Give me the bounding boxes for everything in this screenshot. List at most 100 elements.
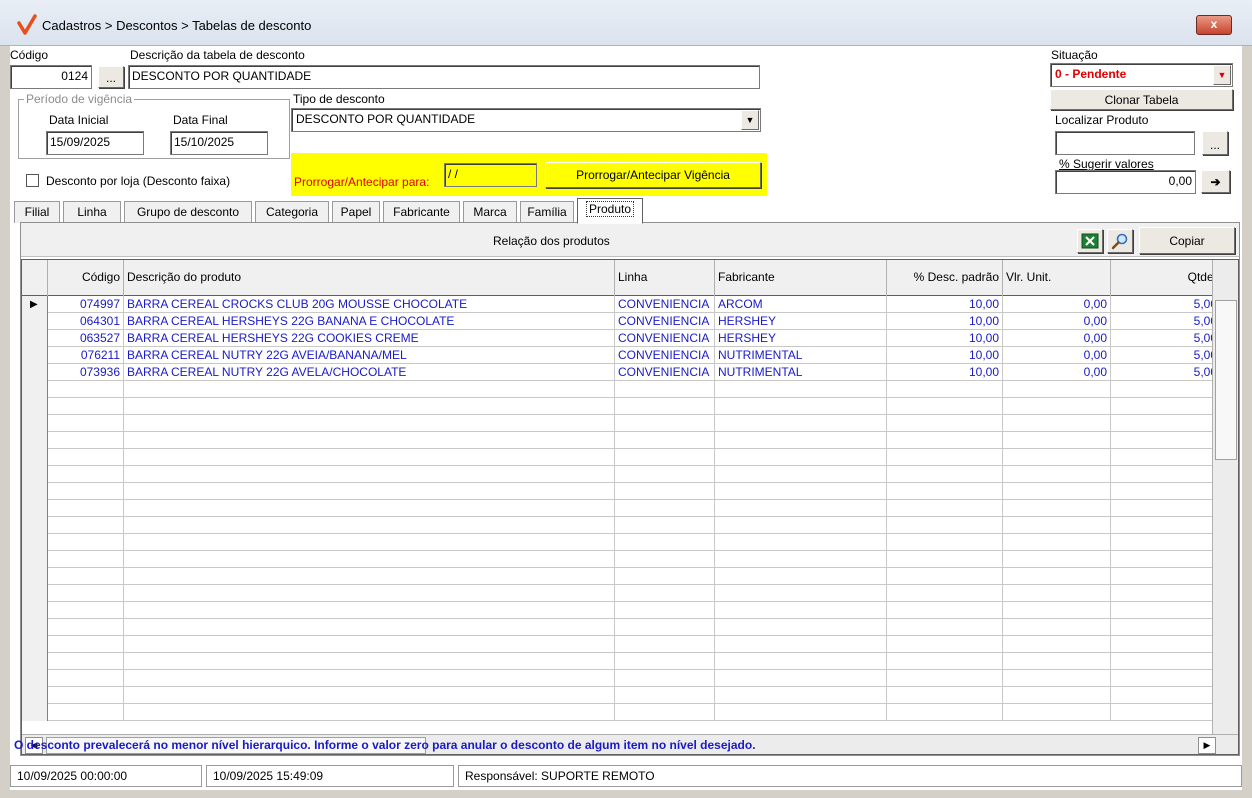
copiar-button[interactable]: Copiar — [1139, 227, 1235, 254]
row-selector[interactable] — [22, 670, 48, 687]
row-selector[interactable] — [22, 619, 48, 636]
tab-produto[interactable]: Produto — [577, 198, 643, 224]
cell-vlr: 0,00 — [1003, 364, 1111, 381]
cell-vlr — [1003, 687, 1111, 704]
col-descricao[interactable]: Descrição do produto — [124, 260, 615, 296]
table-row[interactable]: 064301 BARRA CEREAL HERSHEYS 22G BANANA E… — [22, 313, 1221, 330]
empty-table-row[interactable] — [22, 432, 1221, 449]
table-row[interactable]: ▶ 074997 BARRA CEREAL CROCKS CLUB 20G MOUS… — [22, 296, 1221, 313]
tab-marca[interactable]: Marca — [463, 201, 517, 223]
close-button[interactable]: x — [1196, 15, 1232, 35]
row-selector[interactable] — [22, 466, 48, 483]
empty-table-row[interactable] — [22, 483, 1221, 500]
row-selector[interactable] — [22, 585, 48, 602]
tab-categoria[interactable]: Categoria — [255, 201, 329, 223]
cell-fabricante — [715, 653, 887, 670]
empty-table-row[interactable] — [22, 449, 1221, 466]
codigo-input[interactable]: 0124 — [10, 65, 92, 89]
empty-table-row[interactable] — [22, 704, 1221, 721]
tab-papel[interactable]: Papel — [332, 201, 380, 223]
tipo-desconto-select[interactable]: DESCONTO POR QUANTIDADE ▼ — [291, 108, 761, 132]
localizar-produto-input[interactable] — [1055, 131, 1195, 155]
descricao-input[interactable]: DESCONTO POR QUANTIDADE — [128, 65, 760, 89]
row-selector[interactable] — [22, 636, 48, 653]
vertical-scroll-thumb[interactable] — [1215, 300, 1237, 460]
col-codigo[interactable]: Código — [48, 260, 124, 296]
table-row[interactable]: 063527 BARRA CEREAL HERSHEYS 22G COOKIES … — [22, 330, 1221, 347]
situacao-select[interactable]: 0 - Pendente ▼ — [1050, 63, 1233, 87]
empty-table-row[interactable] — [22, 670, 1221, 687]
row-selector[interactable] — [22, 687, 48, 704]
cell-qtde: 5,00 — [1111, 330, 1221, 347]
col-fabricante[interactable]: Fabricante — [715, 260, 887, 296]
empty-table-row[interactable] — [22, 381, 1221, 398]
codigo-lookup-button[interactable]: ... — [98, 66, 124, 88]
row-selector[interactable] — [22, 330, 48, 347]
localizar-lookup-button[interactable]: ... — [1202, 131, 1228, 155]
empty-table-row[interactable] — [22, 551, 1221, 568]
row-selector[interactable] — [22, 432, 48, 449]
row-selector[interactable] — [22, 517, 48, 534]
row-selector[interactable] — [22, 551, 48, 568]
cell-vlr — [1003, 568, 1111, 585]
row-selector[interactable] — [22, 602, 48, 619]
row-selector[interactable] — [22, 415, 48, 432]
col-linha[interactable]: Linha — [615, 260, 715, 296]
chevron-down-icon[interactable]: ▼ — [1213, 65, 1231, 85]
row-selector[interactable] — [22, 534, 48, 551]
sugerir-valores-input[interactable]: 0,00 — [1055, 170, 1196, 194]
prorrogar-date-input[interactable]: / / — [444, 163, 537, 187]
empty-table-row[interactable] — [22, 466, 1221, 483]
cell-fabricante — [715, 534, 887, 551]
table-row[interactable]: 073936 BARRA CEREAL NUTRY 22G AVELA/CHOCO… — [22, 364, 1221, 381]
empty-table-row[interactable] — [22, 398, 1221, 415]
empty-table-row[interactable] — [22, 636, 1221, 653]
row-selector[interactable] — [22, 704, 48, 721]
row-selector[interactable] — [22, 364, 48, 381]
empty-table-row[interactable] — [22, 585, 1221, 602]
row-selector[interactable] — [22, 449, 48, 466]
empty-table-row[interactable] — [22, 415, 1221, 432]
row-selector[interactable] — [22, 653, 48, 670]
cell-vlr — [1003, 466, 1111, 483]
empty-table-row[interactable] — [22, 534, 1221, 551]
apply-suggest-button[interactable]: ➔ — [1201, 170, 1230, 193]
row-selector[interactable] — [22, 347, 48, 364]
tab-linha[interactable]: Linha — [63, 201, 121, 223]
tab-familia[interactable]: Família — [520, 201, 574, 223]
data-final-input[interactable]: 15/10/2025 — [170, 131, 268, 155]
empty-table-row[interactable] — [22, 500, 1221, 517]
prorrogar-vigencia-button[interactable]: Prorrogar/Antecipar Vigência — [545, 162, 761, 188]
col-qtde[interactable]: Qtde. — [1111, 260, 1221, 296]
row-selector[interactable] — [22, 313, 48, 330]
scroll-right-icon[interactable]: ▶ — [1198, 737, 1216, 754]
search-product-button[interactable] — [1107, 229, 1133, 253]
cell-vlr: 0,00 — [1003, 347, 1111, 364]
row-selector[interactable] — [22, 568, 48, 585]
cell-qtde — [1111, 449, 1221, 466]
empty-table-row[interactable] — [22, 602, 1221, 619]
col-vlr-unit[interactable]: Vlr. Unit. — [1003, 260, 1111, 296]
row-selector[interactable] — [22, 483, 48, 500]
row-selector[interactable] — [22, 381, 48, 398]
row-selector[interactable] — [22, 398, 48, 415]
empty-table-row[interactable] — [22, 517, 1221, 534]
tab-grupo-desconto[interactable]: Grupo de desconto — [124, 201, 252, 223]
empty-table-row[interactable] — [22, 687, 1221, 704]
cell-descricao — [124, 449, 615, 466]
row-selector[interactable]: ▶ — [22, 296, 48, 313]
row-selector[interactable] — [22, 500, 48, 517]
export-excel-button[interactable] — [1077, 229, 1103, 253]
empty-table-row[interactable] — [22, 619, 1221, 636]
empty-table-row[interactable] — [22, 568, 1221, 585]
chevron-down-icon[interactable]: ▼ — [741, 110, 759, 130]
tab-fabricante[interactable]: Fabricante — [383, 201, 460, 223]
table-row[interactable]: 076211 BARRA CEREAL NUTRY 22G AVEIA/BANAN… — [22, 347, 1221, 364]
col-desc-padrao[interactable]: % Desc. padrão — [887, 260, 1003, 296]
empty-table-row[interactable] — [22, 653, 1221, 670]
clonar-tabela-button[interactable]: Clonar Tabela — [1050, 89, 1233, 110]
tab-filial[interactable]: Filial — [14, 201, 60, 223]
vertical-scrollbar[interactable] — [1212, 260, 1238, 734]
desconto-loja-checkbox[interactable] — [26, 174, 39, 187]
data-inicial-input[interactable]: 15/09/2025 — [46, 131, 144, 155]
